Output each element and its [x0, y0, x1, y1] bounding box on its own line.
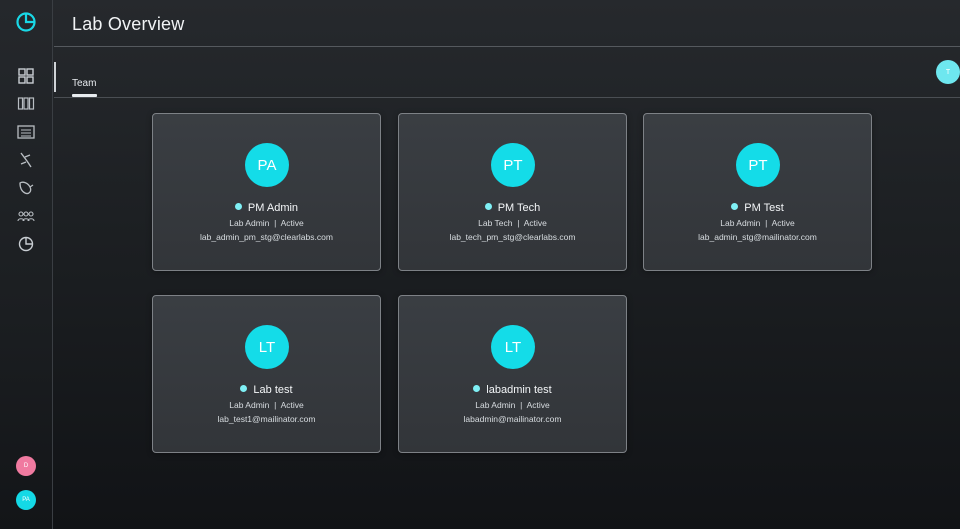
app-window: D PA Lab Overview Team T PA PM Admin Lab…: [0, 0, 960, 529]
dashboard-icon[interactable]: [17, 68, 35, 84]
app-logo-icon[interactable]: [15, 10, 37, 32]
member-avatar: PA: [245, 143, 289, 187]
member-role-status: Lab Admin | Active: [229, 218, 304, 228]
member-email: lab_tech_pm_stg@clearlabs.com: [449, 232, 576, 242]
member-role-status: Lab Tech | Active: [478, 218, 547, 228]
member-avatar: LT: [491, 325, 535, 369]
bacteria-icon[interactable]: [17, 180, 35, 196]
member-status: Active: [280, 400, 304, 410]
member-status: Active: [771, 218, 795, 228]
status-dot-icon: [234, 203, 242, 210]
top-right-avatar[interactable]: T: [936, 60, 960, 84]
team-member-card[interactable]: LT labadmin test Lab Admin | Active laba…: [398, 295, 627, 453]
team-icon[interactable]: [17, 208, 35, 224]
member-role: Lab Tech: [478, 218, 513, 228]
tab-bar: Team: [54, 62, 960, 98]
user-avatar-cyan[interactable]: PA: [16, 490, 36, 510]
member-avatar: PT: [491, 143, 535, 187]
tab-team[interactable]: Team: [72, 78, 96, 89]
member-name-row: Lab test: [153, 384, 380, 396]
member-email: lab_test1@mailinator.com: [217, 414, 316, 424]
status-dot-icon: [240, 385, 248, 392]
member-status: Active: [280, 218, 304, 228]
member-name: PM Test: [744, 202, 784, 214]
team-member-card[interactable]: PA PM Admin Lab Admin | Active lab_admin…: [152, 113, 381, 271]
member-email: labadmin@mailinator.com: [463, 414, 562, 424]
header: Lab Overview: [54, 0, 960, 47]
member-role: Lab Admin: [229, 218, 270, 228]
plates-icon[interactable]: [17, 124, 35, 140]
member-name: PM Admin: [247, 202, 299, 214]
page-title: Lab Overview: [72, 14, 185, 34]
active-tab-indicator: [72, 94, 97, 97]
member-role-status: Lab Admin | Active: [475, 400, 550, 410]
member-name: labadmin test: [486, 384, 552, 396]
member-email: lab_admin_stg@mailinator.com: [698, 232, 817, 242]
member-email: lab_admin_pm_stg@clearlabs.com: [200, 232, 333, 242]
member-name-row: labadmin test: [399, 384, 626, 396]
member-role: Lab Admin: [229, 400, 270, 410]
member-name-row: PM Test: [644, 202, 871, 214]
status-dot-icon: [484, 203, 492, 210]
status-dot-icon: [473, 385, 481, 392]
member-avatar: LT: [245, 325, 289, 369]
member-role-status: Lab Admin | Active: [229, 400, 304, 410]
member-name: PM Tech: [497, 202, 541, 214]
tab-bar-edge: [54, 62, 56, 92]
member-role: Lab Admin: [475, 400, 516, 410]
member-avatar: PT: [736, 143, 780, 187]
member-status: Active: [523, 218, 547, 228]
status-dot-icon: [731, 203, 739, 210]
sidebar: D PA: [0, 0, 53, 529]
user-avatar-pink[interactable]: D: [16, 456, 36, 476]
team-member-card[interactable]: PT PM Tech Lab Tech | Active lab_tech_pm…: [398, 113, 627, 271]
member-status: Active: [526, 400, 550, 410]
member-role-status: Lab Admin | Active: [720, 218, 795, 228]
pipette-icon[interactable]: [17, 152, 35, 168]
member-name-row: PM Tech: [399, 202, 626, 214]
team-member-card[interactable]: PT PM Test Lab Admin | Active lab_admin_…: [643, 113, 872, 271]
member-name: Lab test: [253, 384, 293, 396]
runs-icon[interactable]: [17, 96, 35, 112]
team-member-card[interactable]: LT Lab test Lab Admin | Active lab_test1…: [152, 295, 381, 453]
reports-icon[interactable]: [17, 236, 35, 252]
member-role: Lab Admin: [720, 218, 761, 228]
member-name-row: PM Admin: [153, 202, 380, 214]
